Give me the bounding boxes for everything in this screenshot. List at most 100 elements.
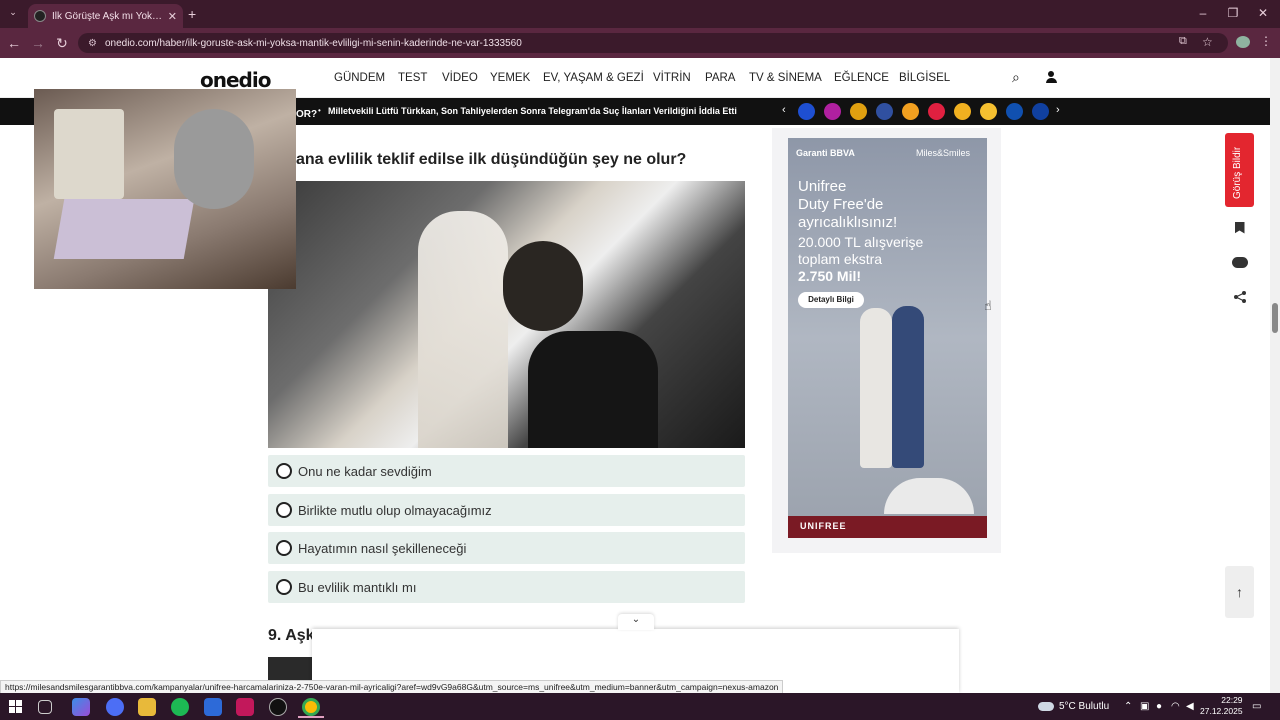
quiz-option-label: Onu ne kadar sevdiğim — [298, 463, 432, 479]
radio-circle-icon[interactable] — [276, 579, 292, 595]
nav-item-3[interactable]: YEMEK — [490, 72, 530, 84]
comment-icon[interactable] — [1225, 248, 1254, 277]
picture-in-picture-video[interactable] — [34, 89, 296, 289]
tab-title: İlk Görüşte Aşk mı Yoksa Mantık — [52, 10, 164, 22]
site-info-icon[interactable]: ⚙ — [88, 38, 97, 49]
microphone-icon[interactable]: ● — [1156, 701, 1162, 712]
taskbar-clock[interactable]: 22:29 27.12.2025 — [1200, 695, 1243, 717]
forward-icon[interactable]: → — [28, 34, 48, 52]
new-tab-button[interactable]: + — [188, 6, 196, 22]
bookmark-star-icon[interactable]: ☆ — [1202, 35, 1213, 49]
scrollbar-thumb[interactable] — [1272, 303, 1278, 333]
nav-item-9[interactable]: BİLGİSEL — [899, 72, 950, 84]
ad-highlight: 2.750 Mil! — [798, 268, 862, 284]
reaction-emoji-icon[interactable] — [850, 103, 867, 120]
nav-item-8[interactable]: EĞLENCE — [834, 72, 889, 84]
ad-card-image — [884, 478, 974, 514]
wifi-icon[interactable]: ◠ — [1171, 701, 1180, 712]
nav-item-1[interactable]: TEST — [398, 72, 427, 84]
ad-person-woman — [860, 308, 892, 468]
app-icon-4[interactable] — [269, 698, 287, 716]
quiz-option-label: Birlikte mutlu olup olmayacağımız — [298, 502, 492, 518]
task-view-icon[interactable] — [38, 700, 52, 714]
ticker-dot: • — [318, 106, 321, 115]
nav-item-7[interactable]: TV & SİNEMA — [749, 72, 822, 84]
browser-tab-active[interactable]: İlk Görüşte Aşk mı Yoksa Mantık ✕ — [28, 4, 183, 28]
nav-item-0[interactable]: GÜNDEM — [334, 72, 385, 84]
bookmark-icon[interactable] — [1225, 213, 1254, 242]
tray-app-icon[interactable]: ▣ — [1140, 701, 1149, 712]
feedback-label: Görüş Bildir — [1232, 146, 1243, 199]
reaction-emoji-icon[interactable] — [902, 103, 919, 120]
nav-item-4[interactable]: EV, YAŞAM & GEZİ — [543, 72, 644, 84]
restore-icon[interactable]: ❐ — [1218, 4, 1248, 22]
quiz-option[interactable]: Hayatımın nasıl şekilleneceği — [268, 532, 745, 564]
back-icon[interactable]: ← — [4, 34, 24, 52]
ticker-prev-icon[interactable]: ‹ — [782, 104, 786, 116]
reload-icon[interactable]: ↻ — [52, 34, 72, 52]
clock-date: 27.12.2025 — [1200, 706, 1243, 716]
reaction-emoji-icon[interactable] — [798, 103, 815, 120]
close-tab-icon[interactable]: ✕ — [168, 10, 177, 23]
ad-brand-garanti: Garanti BBVA — [796, 148, 855, 158]
app-icon-3[interactable] — [236, 698, 254, 716]
reaction-emoji-icon[interactable] — [954, 103, 971, 120]
ad-details-button[interactable]: Detaylı Bilgi — [798, 292, 864, 308]
reaction-emoji-icon[interactable] — [980, 103, 997, 120]
ad-line-5: toplam ekstra — [798, 251, 883, 267]
weather-text[interactable]: 5°C Bulutlu — [1059, 701, 1109, 712]
scroll-to-top-button[interactable]: ↑ — [1225, 566, 1254, 618]
mouse-cursor-icon: ☝ — [984, 298, 992, 313]
windows-start-icon[interactable] — [9, 700, 22, 713]
nav-item-6[interactable]: PARA — [705, 72, 735, 84]
volume-icon[interactable]: ◀ — [1186, 701, 1194, 712]
quiz-option[interactable]: Onu ne kadar sevdiğim — [268, 455, 745, 487]
quiz-option[interactable]: Birlikte mutlu olup olmayacağımız — [268, 494, 745, 526]
share-icon[interactable] — [1225, 282, 1254, 311]
ticker-headline[interactable]: Milletvekili Lütfü Türkkan, Son Tahliyel… — [328, 106, 737, 116]
section-heading: 9. Aşk — [268, 627, 315, 644]
link-status-bar: https://milesandsmilesgarantibbva.com/ka… — [0, 680, 784, 694]
spotify-icon[interactable] — [171, 698, 189, 716]
notification-icon[interactable]: ▭ — [1252, 701, 1261, 712]
quiz-option[interactable]: Bu evlilik mantıklı mı — [268, 571, 745, 603]
collapse-ad-chevron-icon[interactable]: ⌄ — [618, 614, 654, 630]
reaction-emoji-icon[interactable] — [876, 103, 893, 120]
unifree-ad-banner[interactable]: Garanti BBVA Miles&Smiles Unifree Duty F… — [788, 138, 987, 538]
radio-circle-icon[interactable] — [276, 463, 292, 479]
reaction-emoji-icon[interactable] — [1032, 103, 1049, 120]
reaction-emoji-icon[interactable] — [928, 103, 945, 120]
profile-avatar[interactable] — [1236, 36, 1250, 48]
user-icon[interactable] — [1045, 71, 1057, 84]
quiz-option-label: Hayatımın nasıl şekilleneceği — [298, 540, 467, 556]
minimize-icon[interactable]: – — [1188, 4, 1218, 22]
scrollbar[interactable] — [1270, 58, 1280, 693]
file-explorer-icon[interactable] — [138, 698, 156, 716]
reaction-emoji-icon[interactable] — [824, 103, 841, 120]
url-text: onedio.com/haber/ilk-goruste-ask-mi-yoks… — [104, 37, 522, 49]
ticker-next-icon[interactable]: › — [1056, 104, 1060, 116]
app-icon-2[interactable] — [204, 698, 222, 716]
search-icon[interactable]: ⌕ — [1012, 69, 1020, 86]
radio-circle-icon[interactable] — [276, 540, 292, 556]
nav-item-2[interactable]: VİDEO — [442, 72, 478, 84]
close-window-icon[interactable]: ✕ — [1248, 4, 1278, 22]
ad-line-1: Unifree — [798, 178, 847, 195]
ad-brand-miles: Miles&Smiles — [916, 148, 971, 158]
tab-search-icon[interactable]: ⌄ — [6, 7, 20, 21]
tray-chevron-icon[interactable]: ⌃ — [1124, 701, 1132, 712]
address-bar[interactable]: ⚙ onedio.com/haber/ilk-goruste-ask-mi-yo… — [78, 33, 1228, 53]
feedback-button[interactable]: Görüş Bildir — [1225, 133, 1254, 207]
menu-icon[interactable]: ⋮ — [1260, 34, 1272, 48]
weather-cloud-icon — [1038, 702, 1054, 711]
reaction-emoji-icon[interactable] — [1006, 103, 1023, 120]
install-app-icon[interactable]: ⧉ — [1179, 35, 1187, 48]
chrome-icon[interactable] — [302, 698, 320, 716]
copilot-icon[interactable] — [72, 698, 90, 716]
ad-line-2: Duty Free'de — [798, 196, 884, 213]
nav-item-5[interactable]: VİTRİN — [653, 72, 691, 84]
app-icon-1[interactable] — [106, 698, 124, 716]
quiz-option-label: Bu evlilik mantıklı mı — [298, 579, 417, 595]
radio-circle-icon[interactable] — [276, 502, 292, 518]
ad-footer-text: UNIFREE — [800, 521, 847, 531]
